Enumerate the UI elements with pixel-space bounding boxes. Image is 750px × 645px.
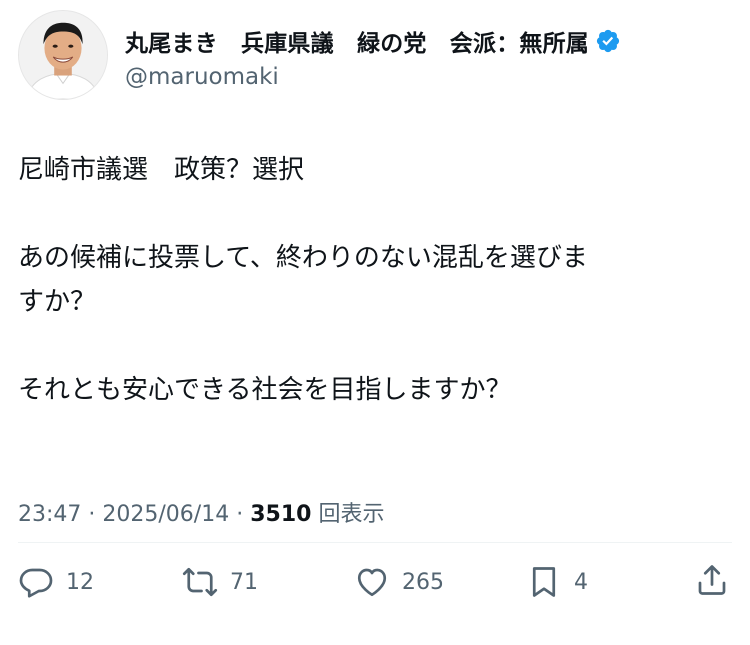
divider [18,542,732,543]
bookmark-button[interactable]: 4 [526,564,588,600]
share-button[interactable] [694,562,730,602]
author-handle[interactable]: @maruomaki [125,64,279,90]
post-time[interactable]: 23:47 [18,502,81,527]
view-count-label: 回表示 [318,502,385,527]
repost-icon [182,567,218,597]
like-button[interactable]: 265 [354,564,444,600]
post-date[interactable]: 2025/06/14 [102,502,229,527]
author-name[interactable]: 丸尾まき 兵庫県議 緑の党 会派：無所属 [125,24,589,58]
post-paragraph-3: それとも安心できる社会を目指しますか？ [18,375,512,405]
bookmark-icon [532,567,556,597]
author-name-line[interactable]: 丸尾まき 兵庫県議 緑の党 会派：無所属 [125,24,621,58]
avatar[interactable] [18,10,108,100]
bookmark-count: 4 [574,569,588,595]
meta-separator: · [236,502,244,527]
like-icon [357,568,387,597]
post-meta: 23:47 · 2025/06/14 · 3510 回表示 [18,496,384,528]
meta-separator: · [88,502,96,527]
reply-count: 12 [66,569,94,595]
reply-button[interactable]: 12 [18,564,94,600]
view-count: 3510 [250,502,312,527]
reply-icon [19,568,53,598]
post-text: 尼崎市議選 政策？選択 あの候補に投票して、終わりのない混乱を選びま すか？ そ… [18,148,732,412]
post-header: 丸尾まき 兵庫県議 緑の党 会派：無所属 @maruomaki [18,10,732,102]
repost-count: 71 [230,569,258,595]
share-icon [698,565,726,595]
verified-badge-icon[interactable] [595,28,621,54]
avatar-portrait-icon [19,11,107,99]
repost-button[interactable]: 71 [182,564,258,600]
post-paragraph-2: あの候補に投票して、終わりのない混乱を選びま すか？ [18,243,588,317]
action-bar: 12 71 265 4 [18,556,732,606]
post-paragraph-1: 尼崎市議選 政策？選択 [18,155,305,185]
like-count: 265 [402,569,444,595]
